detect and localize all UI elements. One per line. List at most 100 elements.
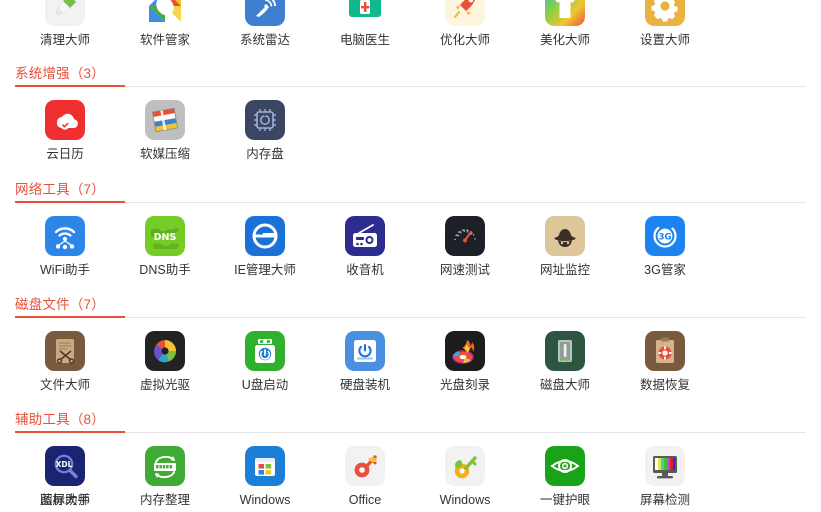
screen-test-icon[interactable] bbox=[645, 446, 685, 486]
windows-key-icon[interactable] bbox=[445, 446, 485, 486]
app-tile-label: 一键护眼 bbox=[539, 493, 590, 507]
tshirt-beautify-icon[interactable] bbox=[545, 0, 585, 26]
app-tile[interactable]: 网址监控 bbox=[515, 216, 615, 278]
app-icon-wrap[interactable] bbox=[345, 331, 385, 371]
ram-disk-chip-icon[interactable] bbox=[245, 100, 285, 140]
radio-icon[interactable] bbox=[345, 216, 385, 256]
app-tile[interactable]: 软件管家 bbox=[115, 0, 215, 48]
virtual-drive-disc-icon[interactable] bbox=[145, 331, 185, 371]
app-tile[interactable]: 清理大师 bbox=[15, 0, 115, 48]
archive-books-icon[interactable] bbox=[145, 100, 185, 140]
data-recovery-icon[interactable] bbox=[645, 331, 685, 371]
app-tile[interactable]: Windows bbox=[415, 446, 515, 508]
windows-store-icon[interactable] bbox=[245, 446, 285, 486]
app-tile[interactable]: Office bbox=[315, 446, 415, 508]
3g-manager-icon[interactable]: 3G bbox=[645, 216, 685, 256]
app-tile[interactable]: 美化大师 bbox=[515, 0, 615, 48]
gear-settings-icon[interactable] bbox=[645, 0, 685, 26]
app-tile[interactable]: 一键护眼 bbox=[515, 446, 615, 508]
app-icon-wrap[interactable] bbox=[445, 331, 485, 371]
app-icon-wrap[interactable] bbox=[445, 446, 485, 486]
speed-gauge-icon[interactable] bbox=[445, 216, 485, 256]
app-tile-label: 光盘刻录 bbox=[439, 378, 490, 392]
detective-hat-icon[interactable] bbox=[545, 216, 585, 256]
app-icon-wrap[interactable] bbox=[345, 0, 385, 26]
app-tile[interactable]: 收音机 bbox=[315, 216, 415, 278]
app-tile[interactable]: XDL 蓝屏助手 bbox=[15, 446, 115, 508]
app-icon-wrap[interactable]: 3G bbox=[645, 216, 685, 256]
app-icon-wrap[interactable]: DNS bbox=[145, 216, 185, 256]
office-key-icon[interactable] bbox=[345, 446, 385, 486]
software-manager-icon[interactable] bbox=[145, 0, 185, 26]
app-icon-wrap[interactable] bbox=[345, 216, 385, 256]
app-icon-wrap[interactable] bbox=[45, 100, 85, 140]
usb-boot-icon[interactable] bbox=[245, 331, 285, 371]
app-icon-wrap[interactable] bbox=[545, 216, 585, 256]
app-icon-wrap[interactable] bbox=[645, 331, 685, 371]
app-icon-wrap[interactable] bbox=[645, 0, 685, 26]
section-divider bbox=[15, 202, 806, 203]
app-icon-wrap[interactable] bbox=[545, 446, 585, 486]
app-icon-wrap[interactable] bbox=[145, 0, 185, 26]
rocket-optimizer-icon[interactable] bbox=[445, 0, 485, 26]
app-tile[interactable]: IE管理大师 bbox=[215, 216, 315, 278]
app-icon-wrap[interactable] bbox=[245, 100, 285, 140]
file-scissors-icon[interactable] bbox=[45, 331, 85, 371]
app-icon-wrap[interactable] bbox=[345, 446, 385, 486]
app-icon-wrap[interactable] bbox=[645, 446, 685, 486]
app-tile[interactable]: 优化大师 bbox=[415, 0, 515, 48]
app-tile[interactable]: U盘启动 bbox=[215, 331, 315, 393]
app-tile[interactable]: 光盘刻录 bbox=[415, 331, 515, 393]
app-tile[interactable]: 虚拟光驱 bbox=[115, 331, 215, 393]
app-tile[interactable]: 硬盘装机 bbox=[315, 331, 415, 393]
app-icon-wrap[interactable] bbox=[45, 0, 85, 26]
section-title-text: 网络工具 bbox=[15, 182, 70, 197]
dns-globe-icon[interactable]: DNS bbox=[145, 216, 185, 256]
disk-master-icon[interactable] bbox=[545, 331, 585, 371]
app-tile[interactable]: 系统雷达 bbox=[215, 0, 315, 48]
ie-browser-icon[interactable] bbox=[245, 216, 285, 256]
section-accent-underline bbox=[15, 316, 125, 318]
app-tile[interactable]: WiFi助手 bbox=[15, 216, 115, 278]
app-tile[interactable]: 内存整理 bbox=[115, 446, 215, 508]
memory-cleanup-icon[interactable] bbox=[145, 446, 185, 486]
system-radar-icon[interactable] bbox=[245, 0, 285, 26]
app-icon-wrap[interactable] bbox=[245, 331, 285, 371]
cloud-calendar-icon[interactable] bbox=[45, 100, 85, 140]
app-icon-wrap[interactable] bbox=[445, 216, 485, 256]
app-icon-wrap[interactable] bbox=[245, 446, 285, 486]
app-icon-wrap[interactable] bbox=[145, 446, 185, 486]
app-icon-wrap[interactable] bbox=[245, 216, 285, 256]
app-icon-wrap[interactable] bbox=[545, 0, 585, 26]
pc-doctor-icon[interactable] bbox=[345, 0, 385, 26]
wifi-assistant-icon[interactable] bbox=[45, 216, 85, 256]
app-tile[interactable]: Windows bbox=[215, 446, 315, 508]
app-icon-wrap[interactable] bbox=[445, 0, 485, 26]
app-icon-wrap[interactable] bbox=[45, 216, 85, 256]
app-tile[interactable]: 网速测试 bbox=[415, 216, 515, 278]
app-icon-wrap[interactable]: XDL bbox=[45, 446, 85, 486]
tools-panel: 清理大师 软件管家 系统雷达 电脑医生 优化大师 美化大师 设置大师 系统增强（3） 云日历 软媒… bbox=[0, 0, 821, 512]
app-icon-wrap[interactable] bbox=[145, 100, 185, 140]
hdd-install-icon[interactable] bbox=[345, 331, 385, 371]
bluescreen-helper-icon[interactable]: XDL bbox=[45, 446, 85, 486]
app-tile[interactable]: 3G 3G管家 bbox=[615, 216, 715, 278]
app-icon-wrap[interactable] bbox=[245, 0, 285, 26]
app-tile[interactable]: 电脑医生 bbox=[315, 0, 415, 48]
app-tile[interactable]: 软媒压缩 bbox=[115, 100, 215, 162]
app-icon-wrap[interactable] bbox=[45, 331, 85, 371]
broom-cleaner-icon[interactable] bbox=[45, 0, 85, 26]
app-tile[interactable]: 设置大师 bbox=[615, 0, 715, 48]
app-icon-wrap[interactable] bbox=[145, 331, 185, 371]
app-icon-wrap[interactable] bbox=[545, 331, 585, 371]
app-tile[interactable]: DNS DNS助手 bbox=[115, 216, 215, 278]
disc-burn-flame-icon[interactable] bbox=[445, 331, 485, 371]
app-tile[interactable]: 屏幕检测 bbox=[615, 446, 715, 508]
eye-care-icon[interactable] bbox=[545, 446, 585, 486]
app-tile[interactable]: 磁盘大师 bbox=[515, 331, 615, 393]
app-tile[interactable]: 数据恢复 bbox=[615, 331, 715, 393]
app-tile[interactable]: 内存盘 bbox=[215, 100, 315, 162]
app-tile[interactable]: 文件大师 bbox=[15, 331, 115, 393]
app-tile[interactable]: 云日历 bbox=[15, 100, 115, 162]
app-tile-label: 优化大师 bbox=[439, 33, 490, 47]
